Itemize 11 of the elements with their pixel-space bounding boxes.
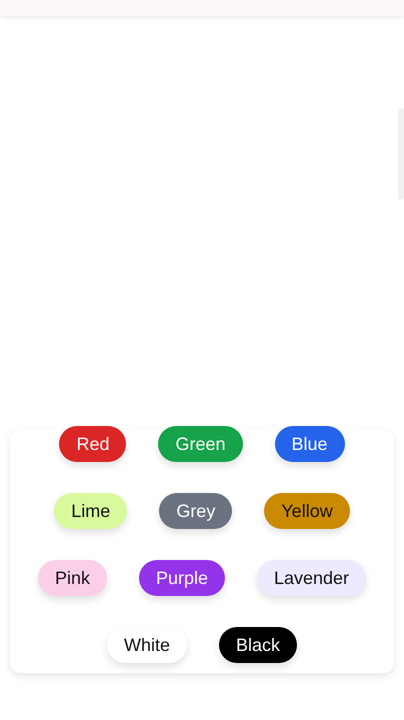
color-chip[interactable]: Yellow [264, 493, 350, 529]
color-chip[interactable]: Pink [38, 560, 107, 596]
color-chip[interactable]: White [106, 627, 187, 663]
color-chip[interactable]: Grey [159, 493, 232, 529]
color-chip[interactable]: Red [59, 426, 126, 462]
color-chip[interactable]: Black [219, 627, 298, 663]
color-chip[interactable]: Purple [138, 560, 225, 596]
color-chip[interactable]: Green [158, 426, 243, 462]
color-chip[interactable]: Lavender [256, 560, 366, 596]
color-chip[interactable]: Lime [54, 493, 128, 529]
color-chip[interactable]: Blue [274, 426, 345, 462]
